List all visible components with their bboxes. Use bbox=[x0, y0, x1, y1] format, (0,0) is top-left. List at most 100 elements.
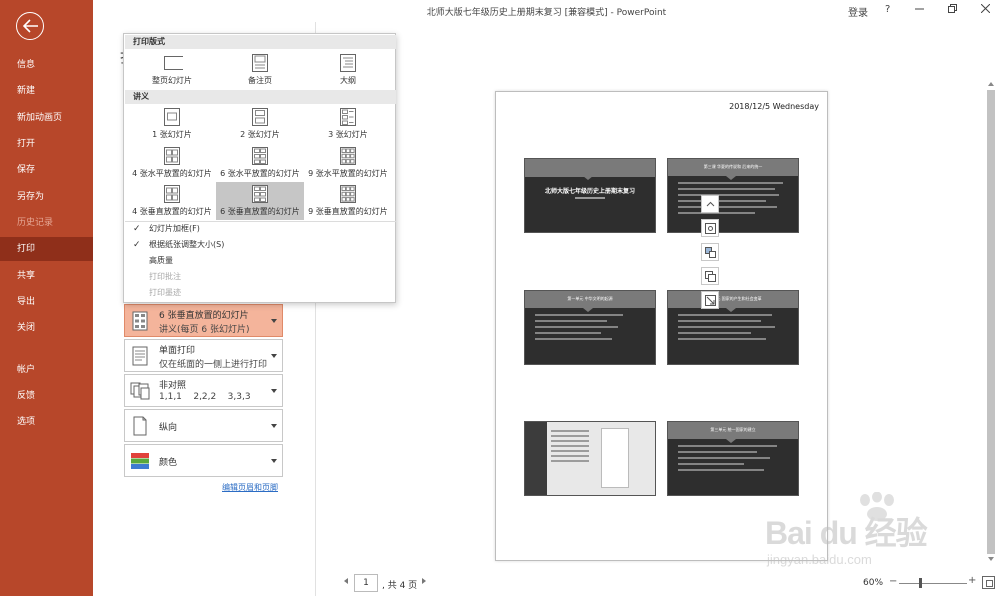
handout-9v-icon bbox=[340, 185, 356, 203]
sidebar-item-save[interactable]: 保存 bbox=[0, 158, 93, 182]
option-handout-1[interactable]: 1 张幻灯片 bbox=[128, 105, 216, 143]
sidebar-item-account[interactable]: 帐户 bbox=[0, 358, 93, 382]
close-window-button[interactable] bbox=[980, 3, 991, 16]
handout-3-icon bbox=[340, 108, 356, 126]
sidebar-item-new-animation[interactable]: 新加动画页 bbox=[0, 106, 93, 130]
section-header-handouts: 讲义 bbox=[125, 90, 396, 104]
sidebar-item-feedback[interactable]: 反馈 bbox=[0, 384, 93, 408]
check-scale-to-fit[interactable]: ✓ 根据纸张调整大小(S) bbox=[125, 237, 396, 253]
sidebar-item-print[interactable]: 打印 bbox=[0, 237, 93, 261]
chevron-down-icon bbox=[271, 459, 277, 463]
screenshot-document bbox=[601, 428, 629, 488]
layout-dropdown[interactable]: 6 张垂直放置的幻灯片 讲义(每页 6 张幻灯片) bbox=[124, 304, 283, 337]
option-handout-3[interactable]: 3 张幻灯片 bbox=[304, 105, 392, 143]
page-total: , 共 4 页 bbox=[382, 581, 418, 591]
option-handout-2[interactable]: 2 张幻灯片 bbox=[216, 105, 304, 143]
option-notes-page[interactable]: 备注页 bbox=[216, 51, 304, 89]
sides-dropdown-title: 单面打印 bbox=[159, 346, 196, 356]
sidebar-item-new[interactable]: 新建 bbox=[0, 79, 93, 103]
collate-dropdown[interactable]: 非对照 1,1,1 2,2,2 3,3,3 bbox=[124, 374, 283, 407]
watermark-url: jingyan.baidu.com bbox=[767, 552, 872, 567]
slide-body-text bbox=[678, 314, 788, 344]
chevron-down-icon bbox=[271, 389, 277, 393]
slide-body-text bbox=[678, 182, 788, 218]
option-handout-4-vertical[interactable]: 4 张垂直放置的幻灯片 bbox=[128, 182, 216, 220]
previous-page-icon[interactable] bbox=[344, 578, 348, 584]
slide-notch bbox=[726, 439, 736, 443]
page-number-input[interactable]: 1 bbox=[354, 574, 378, 592]
window-titlebar: 北师大版七年级历史上册期末复习 [兼容模式] - PowerPoint 登录 ? bbox=[93, 0, 1000, 22]
option-handout-6-vertical[interactable]: 6 张垂直放置的幻灯片 bbox=[216, 182, 304, 220]
help-button[interactable]: ? bbox=[885, 4, 890, 15]
option-label: 大纲 bbox=[340, 76, 356, 85]
scroll-thumb[interactable] bbox=[987, 90, 995, 554]
option-label: 9 张垂直放置的幻灯片 bbox=[308, 207, 388, 216]
option-label: 4 张水平放置的幻灯片 bbox=[132, 169, 212, 178]
handout-6v-icon bbox=[252, 185, 268, 203]
preview-slide: 第一单元 中华文明的起源 bbox=[524, 290, 656, 365]
collapse-up-button[interactable] bbox=[701, 195, 719, 213]
sidebar-item-open[interactable]: 打开 bbox=[0, 132, 93, 156]
color-dropdown-title: 颜色 bbox=[159, 458, 178, 468]
check-label: 打印墨迹 bbox=[149, 288, 181, 297]
slide-heading: 第一单元 中华文明的起源 bbox=[567, 296, 613, 301]
login-link[interactable]: 登录 bbox=[848, 4, 868, 19]
sidebar-item-info[interactable]: 信息 bbox=[0, 53, 93, 77]
layout-dropdown-title: 6 张垂直放置的幻灯片 bbox=[159, 311, 249, 321]
next-page-icon[interactable] bbox=[422, 578, 426, 584]
sidebar-item-share[interactable]: 共享 bbox=[0, 264, 93, 288]
scroll-up-icon[interactable] bbox=[988, 82, 994, 86]
minimize-icon bbox=[915, 8, 924, 10]
edit-header-footer-link[interactable]: 编辑页眉和页脚 bbox=[222, 482, 278, 493]
zoom-slider-track[interactable] bbox=[899, 583, 967, 584]
layout-dropdown-subtitle: 讲义(每页 6 张幻灯片) bbox=[159, 325, 250, 335]
scroll-down-icon[interactable] bbox=[988, 557, 994, 561]
check-high-quality[interactable]: 高质量 bbox=[125, 253, 396, 269]
sidebar-item-export[interactable]: 导出 bbox=[0, 290, 93, 314]
option-label: 9 张水平放置的幻灯片 bbox=[308, 169, 388, 178]
slide-body-text bbox=[535, 314, 645, 344]
layout-icon bbox=[705, 223, 716, 234]
sides-dropdown[interactable]: 单面打印 仅在纸面的一侧上进行打印 bbox=[124, 339, 283, 372]
preview-slide: 第三课 华夏的传说和 后来的统一 bbox=[667, 158, 799, 233]
slide-notch bbox=[583, 308, 593, 312]
check-print-ink: 打印墨迹 bbox=[125, 285, 396, 301]
sidebar-item-options[interactable]: 选项 bbox=[0, 410, 93, 434]
slide-notch bbox=[583, 176, 593, 180]
screenshot-list bbox=[551, 430, 589, 465]
check-label: 打印批注 bbox=[149, 272, 181, 281]
preview-scrollbar[interactable] bbox=[986, 82, 996, 562]
option-full-page-slides[interactable]: 整页幻灯片 bbox=[128, 51, 216, 89]
minimize-button[interactable] bbox=[915, 4, 924, 16]
sidebar-item-close[interactable]: 关闭 bbox=[0, 316, 93, 340]
sidebar-item-save-as[interactable]: 另存为 bbox=[0, 185, 93, 209]
option-handout-6-horizontal[interactable]: 6 张水平放置的幻灯片 bbox=[216, 144, 304, 182]
option-handout-4-horizontal[interactable]: 4 张水平放置的幻灯片 bbox=[128, 144, 216, 182]
slide-heading: 第三课 华夏的传说和 后来的统一 bbox=[703, 164, 763, 169]
check-frame-slides[interactable]: ✓ 幻灯片加框(F) bbox=[125, 221, 396, 237]
copy-tool-button[interactable] bbox=[701, 267, 719, 285]
full-page-icon bbox=[164, 56, 186, 70]
crop-tool-button[interactable] bbox=[701, 291, 719, 309]
sides-dropdown-subtitle: 仅在纸面的一侧上进行打印 bbox=[159, 360, 268, 370]
slide-notch bbox=[726, 308, 736, 312]
restore-button[interactable] bbox=[948, 4, 957, 16]
color-dropdown[interactable]: 颜色 bbox=[124, 444, 283, 477]
single-sided-icon bbox=[132, 346, 148, 366]
print-preview-page: 2018/12/5 Wednesday 北师大版七年级历史上册期末复习 第三课 … bbox=[495, 91, 828, 561]
color-icon bbox=[131, 453, 149, 469]
option-label: 6 张水平放置的幻灯片 bbox=[220, 169, 300, 178]
option-handout-9-vertical[interactable]: 9 张垂直放置的幻灯片 bbox=[304, 182, 392, 220]
layout-tool-button[interactable] bbox=[701, 219, 719, 237]
preview-slide: 北师大版七年级历史上册期末复习 bbox=[524, 158, 656, 233]
portrait-icon bbox=[133, 416, 147, 436]
notes-page-icon bbox=[252, 54, 268, 72]
option-outline[interactable]: 大纲 bbox=[304, 51, 392, 89]
collate-dropdown-subtitle: 1,1,1 2,2,2 3,3,3 bbox=[159, 392, 251, 402]
arrange-tool-button[interactable] bbox=[701, 243, 719, 261]
backstage-sidebar: 信息 新建 新加动画页 打开 保存 另存为 历史记录 打印 共享 导出 关闭 帐… bbox=[0, 0, 93, 596]
handout-six-icon bbox=[132, 311, 148, 331]
orientation-dropdown[interactable]: 纵向 bbox=[124, 409, 283, 442]
back-button[interactable] bbox=[16, 12, 44, 40]
option-handout-9-horizontal[interactable]: 9 张水平放置的幻灯片 bbox=[304, 144, 392, 182]
